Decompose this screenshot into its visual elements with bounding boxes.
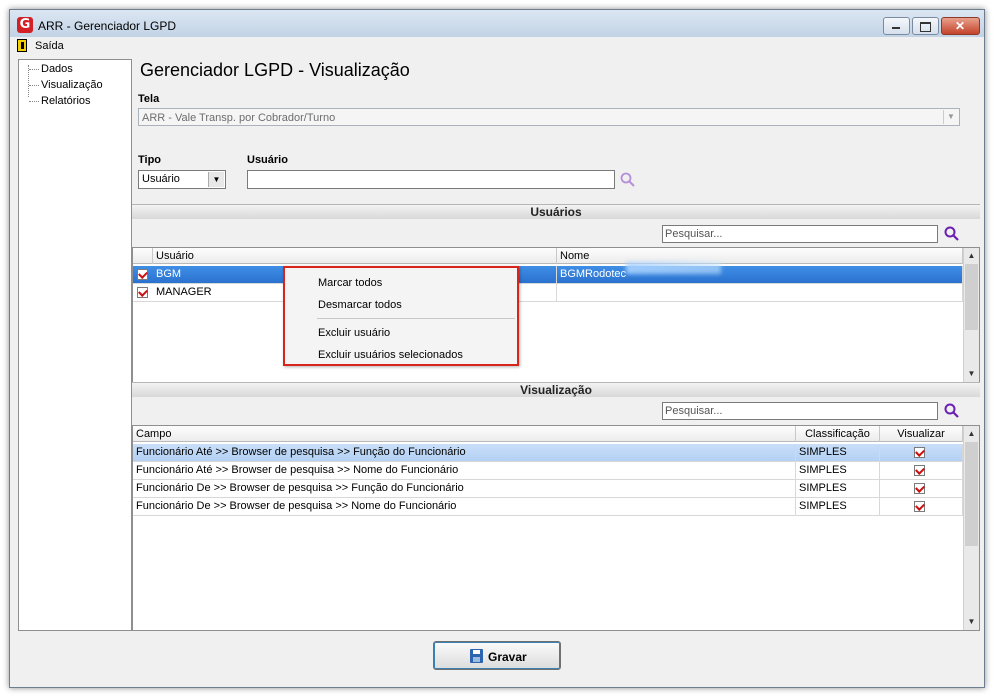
cell-nome bbox=[557, 284, 963, 301]
tipo-select[interactable]: Usuário ▼ bbox=[138, 170, 226, 189]
exit-door-icon bbox=[17, 39, 27, 52]
visualizar-checkbox[interactable] bbox=[914, 501, 925, 512]
visualizacao-scrollbar[interactable]: ▲ ▼ bbox=[963, 426, 979, 630]
row-checkbox[interactable] bbox=[137, 287, 148, 298]
cell-nome: BGMRodotec bbox=[557, 266, 963, 283]
nav-item-dados[interactable]: Dados bbox=[41, 63, 73, 75]
cell-campo: Funcionário De >> Browser de pesquisa >>… bbox=[133, 498, 796, 515]
tela-value: ARR - Vale Transp. por Cobrador/Turno bbox=[142, 112, 336, 124]
main-panel: Gerenciador LGPD - Visualização Tela ARR… bbox=[132, 55, 980, 631]
usuarios-grid-header: Usuário Nome bbox=[133, 248, 963, 264]
usuario-label: Usuário bbox=[247, 154, 288, 166]
column-header-usuario[interactable]: Usuário bbox=[153, 248, 557, 264]
context-menu: Marcar todos Desmarcar todos Excluir usu… bbox=[283, 266, 519, 366]
chevron-down-icon: ▼ bbox=[943, 110, 958, 124]
visualizar-checkbox[interactable] bbox=[914, 447, 925, 458]
cell-campo: Funcionário Até >> Browser de pesquisa >… bbox=[133, 462, 796, 479]
usuarios-scrollbar[interactable]: ▲ ▼ bbox=[963, 248, 979, 382]
visualizar-checkbox[interactable] bbox=[914, 483, 925, 494]
tree-connector bbox=[29, 69, 39, 70]
check-column-header bbox=[133, 248, 153, 264]
visualizacao-grid: Campo Classificação Visualizar Funcionár… bbox=[132, 425, 980, 631]
menu-item-desmarcar-todos[interactable]: Desmarcar todos bbox=[318, 299, 402, 311]
nav-tree: Dados Visualização Relatórios bbox=[18, 59, 132, 631]
scroll-thumb[interactable] bbox=[965, 442, 978, 546]
visualizacao-grid-header: Campo Classificação Visualizar bbox=[133, 426, 963, 442]
floppy-disk-icon bbox=[470, 649, 483, 663]
table-row[interactable]: Funcionário Até >> Browser de pesquisa >… bbox=[133, 462, 963, 480]
search-icon[interactable] bbox=[944, 403, 959, 418]
maximize-icon bbox=[920, 22, 931, 32]
search-icon[interactable] bbox=[944, 226, 959, 241]
column-header-classificacao[interactable]: Classificação bbox=[796, 426, 880, 442]
chevron-down-icon[interactable]: ▼ bbox=[964, 366, 979, 381]
cell-classificacao: SIMPLES bbox=[796, 480, 880, 497]
visualizar-checkbox[interactable] bbox=[914, 465, 925, 476]
gravar-label: Gravar bbox=[488, 650, 527, 664]
cell-visualizar bbox=[880, 444, 963, 461]
column-header-nome[interactable]: Nome bbox=[557, 248, 963, 264]
usuarios-search-placeholder: Pesquisar... bbox=[665, 228, 723, 240]
menu-item-marcar-todos[interactable]: Marcar todos bbox=[318, 277, 382, 289]
usuarios-grid: Usuário Nome BGM BGMRodotec MANAGER ▲ ▼ bbox=[132, 247, 980, 383]
menu-separator bbox=[317, 318, 515, 319]
cell-visualizar bbox=[880, 498, 963, 515]
menu-saida[interactable]: Saída bbox=[35, 40, 64, 52]
nav-item-visualizacao[interactable]: Visualização bbox=[41, 79, 103, 91]
cell-visualizar bbox=[880, 480, 963, 497]
tree-connector bbox=[29, 85, 39, 86]
menu-item-excluir-selecionados[interactable]: Excluir usuários selecionados bbox=[318, 349, 463, 361]
cell-campo: Funcionário De >> Browser de pesquisa >>… bbox=[133, 480, 796, 497]
chevron-down-icon[interactable]: ▼ bbox=[208, 172, 224, 187]
table-row[interactable]: Funcionário De >> Browser de pesquisa >>… bbox=[133, 498, 963, 516]
gravar-button[interactable]: Gravar bbox=[433, 641, 561, 670]
visualizacao-search-placeholder: Pesquisar... bbox=[665, 405, 723, 417]
minimize-button[interactable] bbox=[883, 17, 910, 35]
window-title: ARR - Gerenciador LGPD bbox=[38, 19, 177, 33]
chevron-down-icon[interactable]: ▼ bbox=[964, 614, 979, 629]
menu-bar: Saída bbox=[10, 37, 984, 55]
column-header-campo[interactable]: Campo bbox=[133, 426, 796, 442]
maximize-button[interactable] bbox=[912, 17, 939, 35]
scroll-thumb[interactable] bbox=[965, 264, 978, 330]
table-row[interactable]: Funcionário De >> Browser de pesquisa >>… bbox=[133, 480, 963, 498]
chevron-up-icon[interactable]: ▲ bbox=[964, 248, 979, 263]
tree-connector bbox=[29, 101, 39, 102]
search-icon[interactable] bbox=[620, 172, 635, 187]
tipo-label: Tipo bbox=[138, 154, 162, 166]
chevron-up-icon[interactable]: ▲ bbox=[964, 426, 979, 441]
title-bar[interactable]: G ARR - Gerenciador LGPD ✕ bbox=[10, 10, 984, 37]
tipo-value: Usuário bbox=[142, 173, 180, 185]
usuarios-search-input[interactable]: Pesquisar... bbox=[662, 225, 938, 243]
menu-item-excluir-usuario[interactable]: Excluir usuário bbox=[318, 327, 390, 339]
close-icon: ✕ bbox=[955, 19, 966, 33]
page-title: Gerenciador LGPD - Visualização bbox=[140, 60, 410, 80]
usuario-input[interactable] bbox=[247, 170, 615, 189]
visualizacao-section-header: Visualização bbox=[132, 382, 980, 397]
cell-campo: Funcionário Até >> Browser de pesquisa >… bbox=[133, 444, 796, 461]
close-button[interactable]: ✕ bbox=[941, 17, 980, 35]
nav-item-relatorios[interactable]: Relatórios bbox=[41, 95, 91, 107]
visualizacao-search-input[interactable]: Pesquisar... bbox=[662, 402, 938, 420]
column-header-visualizar[interactable]: Visualizar bbox=[880, 426, 963, 442]
table-row[interactable]: Funcionário Até >> Browser de pesquisa >… bbox=[133, 444, 963, 462]
redacted-overlay bbox=[626, 262, 721, 274]
row-checkbox[interactable] bbox=[137, 269, 148, 280]
cell-visualizar bbox=[880, 462, 963, 479]
cell-classificacao: SIMPLES bbox=[796, 444, 880, 461]
app-logo-icon: G bbox=[17, 17, 33, 33]
minimize-icon bbox=[892, 27, 900, 29]
cell-classificacao: SIMPLES bbox=[796, 498, 880, 515]
usuarios-section-header: Usuários bbox=[132, 204, 980, 219]
tela-label: Tela bbox=[138, 93, 160, 105]
cell-classificacao: SIMPLES bbox=[796, 462, 880, 479]
table-row[interactable]: BGM BGMRodotec bbox=[133, 266, 963, 284]
tela-select: ARR - Vale Transp. por Cobrador/Turno ▼ bbox=[138, 108, 960, 126]
table-row[interactable]: MANAGER bbox=[133, 284, 963, 302]
